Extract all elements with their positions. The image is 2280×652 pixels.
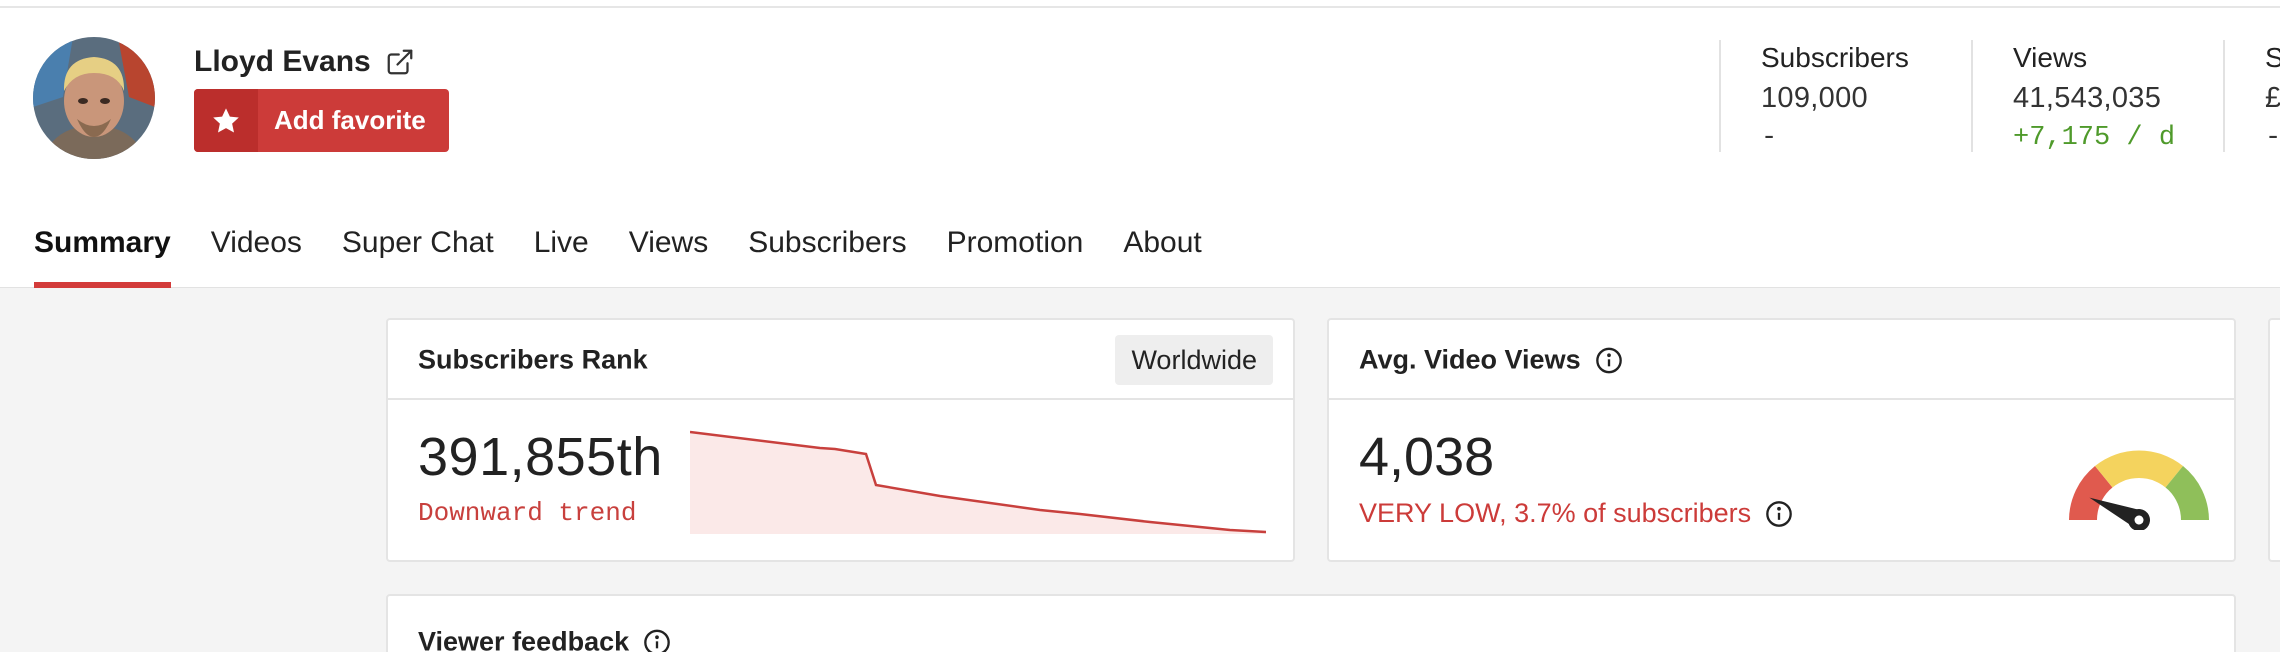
card-title-text: Subscribers Rank — [418, 344, 648, 375]
tab-about[interactable]: About — [1123, 222, 1201, 288]
avg-views-note: VERY LOW, 3.7% of subscribers — [1359, 498, 1793, 529]
card-header: Avg. Video Views — [1329, 320, 2234, 400]
stat-delta: +7,175 / d — [2013, 123, 2176, 153]
add-favorite-button[interactable]: Add favorite — [194, 89, 449, 152]
avg-views-note-text: VERY LOW, 3.7% of subscribers — [1359, 498, 1752, 528]
add-favorite-label: Add favorite — [274, 105, 426, 135]
card-title: Subscribers Rank — [418, 345, 648, 376]
stat-value: 41,543,035 — [2013, 82, 2162, 114]
tab-live[interactable]: Live — [534, 222, 589, 288]
stat-label: S — [2265, 42, 2280, 73]
stat-subscribers: Subscribers 109,000 - — [1719, 40, 1971, 153]
channel-header: Lloyd Evans Add favorite Subscribers 109… — [0, 0, 2280, 288]
rank-sparkline — [690, 430, 1266, 534]
tab-subscribers[interactable]: Subscribers — [748, 222, 906, 288]
avatar[interactable] — [33, 37, 155, 159]
subscribers-rank-card: Subscribers Rank Worldwide 391,855th Dow… — [386, 318, 1295, 562]
channel-title-row: Lloyd Evans — [194, 44, 415, 80]
card-title: Viewer feedback — [418, 627, 671, 652]
channel-name: Lloyd Evans — [194, 45, 371, 78]
card-title-text: Viewer feedback — [418, 626, 630, 652]
avg-views-value: 4,038 — [1359, 427, 1495, 487]
sparkline-area — [690, 432, 1266, 534]
stat-label: Views — [2013, 42, 2088, 73]
tab-super-chat[interactable]: Super Chat — [342, 222, 494, 288]
info-icon[interactable] — [1595, 346, 1623, 374]
tab-promotion[interactable]: Promotion — [947, 222, 1084, 288]
stat-label: Subscribers — [1761, 42, 1909, 73]
stats-bar: Subscribers 109,000 - Views 41,543,035 +… — [1719, 40, 2280, 153]
tab-videos[interactable]: Videos — [211, 222, 302, 288]
stat-cut-off: S £ - — [2223, 40, 2280, 153]
next-card-edge — [2268, 318, 2280, 562]
viewer-feedback-card: Viewer feedback — [386, 594, 2236, 652]
trend-label: Downward trend — [418, 498, 637, 528]
card-title-text: Avg. Video Views — [1359, 344, 1581, 375]
stat-delta: - — [2265, 123, 2280, 153]
external-link-icon[interactable] — [385, 47, 415, 77]
tab-summary[interactable]: Summary — [34, 222, 171, 288]
stat-delta: - — [1761, 123, 1778, 153]
tab-views[interactable]: Views — [629, 222, 708, 288]
info-icon[interactable] — [643, 628, 671, 652]
star-icon — [194, 89, 258, 152]
views-gauge — [2069, 450, 2209, 530]
top-divider — [0, 6, 2280, 8]
card-header: Subscribers Rank Worldwide — [388, 320, 1293, 400]
avg-video-views-card: Avg. Video Views 4,038 VERY LOW, 3.7% of… — [1327, 318, 2236, 562]
info-icon[interactable] — [1765, 500, 1793, 528]
stat-value: £ — [2265, 82, 2280, 114]
stat-value: 109,000 — [1761, 82, 1868, 114]
card-title: Avg. Video Views — [1359, 345, 1623, 376]
tab-bar: Summary Videos Super Chat Live Views Sub… — [34, 222, 1242, 288]
region-selector[interactable]: Worldwide — [1115, 335, 1273, 385]
stat-views: Views 41,543,035 +7,175 / d — [1971, 40, 2223, 153]
rank-value: 391,855th — [418, 427, 663, 487]
